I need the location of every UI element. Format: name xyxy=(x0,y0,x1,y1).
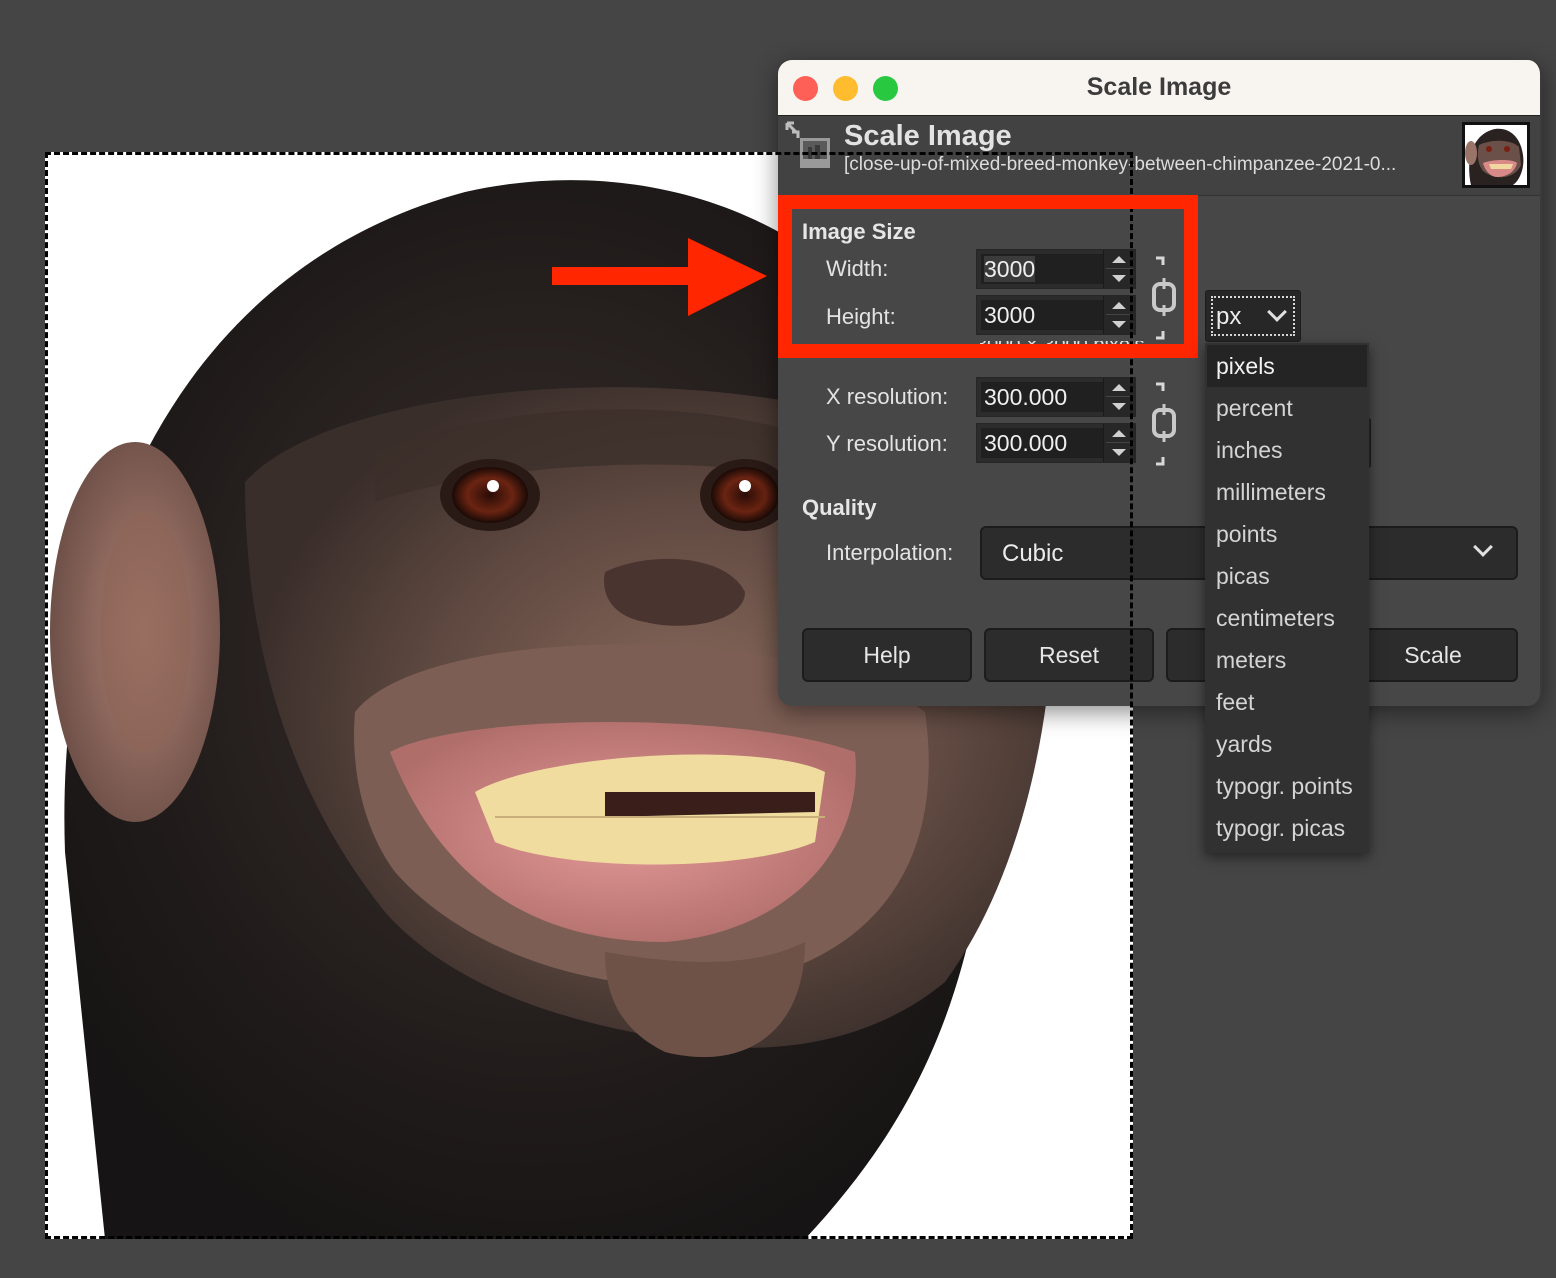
width-label: Width: xyxy=(826,256,889,281)
menu-item-millimeters[interactable]: millimeters xyxy=(1207,471,1367,513)
reset-button[interactable]: Reset xyxy=(984,628,1154,682)
y-resolution-label: Y resolution: xyxy=(826,431,948,456)
image-size-heading: Image Size xyxy=(802,219,916,244)
header-title: Scale Image xyxy=(844,120,1012,152)
resolution-chain-link-icon[interactable] xyxy=(1151,382,1177,466)
quality-heading: Quality xyxy=(802,495,877,520)
menu-item-inches[interactable]: inches xyxy=(1207,429,1367,471)
increment-icon[interactable] xyxy=(1112,430,1126,437)
image-size-info: 3000 × 3000 pixels xyxy=(976,341,1145,355)
increment-icon[interactable] xyxy=(1112,302,1126,309)
menu-item-meters[interactable]: meters xyxy=(1207,639,1367,681)
menu-item-typogr-picas[interactable]: typogr. picas xyxy=(1207,807,1367,849)
scale-button[interactable]: Scale xyxy=(1348,628,1518,682)
help-button[interactable]: Help xyxy=(802,628,972,682)
chevron-down-icon xyxy=(1473,537,1493,557)
height-spinbutton[interactable]: 3000 xyxy=(976,295,1136,335)
y-resolution-input[interactable]: 300.000 xyxy=(981,428,1103,458)
width-spinbutton[interactable]: 3000 xyxy=(976,249,1136,289)
menu-item-yards[interactable]: yards xyxy=(1207,723,1367,765)
chain-link-icon[interactable] xyxy=(1151,256,1177,340)
window-title: Scale Image xyxy=(1086,73,1232,101)
menu-item-picas[interactable]: picas xyxy=(1207,555,1367,597)
menu-item-pixels[interactable]: pixels xyxy=(1207,345,1367,387)
decrement-icon[interactable] xyxy=(1112,275,1126,282)
unit-dropdown[interactable]: px xyxy=(1205,290,1301,342)
menu-item-typogr-points[interactable]: typogr. points xyxy=(1207,765,1367,807)
interpolation-label: Interpolation: xyxy=(826,540,954,565)
scale-image-icon xyxy=(785,121,830,168)
y-resolution-stepper[interactable] xyxy=(1103,424,1135,462)
menu-item-percent[interactable]: percent xyxy=(1207,387,1367,429)
interpolation-value: Cubic xyxy=(1002,540,1064,567)
dialog-header: Scale Image [close-up-of-mixed-breed-mon… xyxy=(778,116,1540,196)
x-resolution-spinbutton[interactable]: 300.000 xyxy=(976,377,1136,417)
arrow-right-icon xyxy=(552,238,767,316)
height-stepper[interactable] xyxy=(1103,296,1135,334)
y-resolution-spinbutton[interactable]: 300.000 xyxy=(976,423,1136,463)
height-label: Height: xyxy=(826,304,896,329)
image-thumbnail xyxy=(1462,122,1530,188)
height-input[interactable]: 3000 xyxy=(981,300,1103,330)
width-stepper[interactable] xyxy=(1103,250,1135,288)
unit-value: px xyxy=(1216,303,1242,330)
menu-item-points[interactable]: points xyxy=(1207,513,1367,555)
decrement-icon[interactable] xyxy=(1112,321,1126,328)
decrement-icon[interactable] xyxy=(1112,449,1126,456)
x-resolution-label: X resolution: xyxy=(826,384,949,409)
menu-item-feet[interactable]: feet xyxy=(1207,681,1367,723)
decrement-icon[interactable] xyxy=(1112,403,1126,410)
x-resolution-stepper[interactable] xyxy=(1103,378,1135,416)
increment-icon[interactable] xyxy=(1112,384,1126,391)
scale-image-dialog: Scale Image Scale Image [close-up-of-mix… xyxy=(778,60,1542,706)
menu-item-centimeters[interactable]: centimeters xyxy=(1207,597,1367,639)
header-image-name: [close-up-of-mixed-breed-monkey-between-… xyxy=(844,154,1397,175)
dialog-titlebar[interactable]: Scale Image xyxy=(778,60,1540,116)
unit-menu: pixels percent inches millimeters points… xyxy=(1205,343,1369,853)
width-input[interactable]: 3000 xyxy=(981,254,1103,284)
increment-icon[interactable] xyxy=(1112,256,1126,263)
x-resolution-input[interactable]: 300.000 xyxy=(981,382,1103,412)
